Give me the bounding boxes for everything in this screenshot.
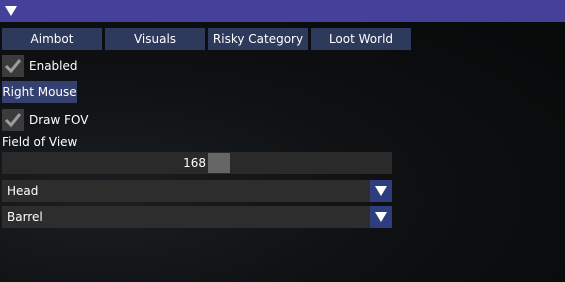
draw-fov-checkbox[interactable] xyxy=(2,109,24,131)
draw-fov-checkbox-row[interactable]: Draw FOV xyxy=(2,109,89,131)
tab-loot-world[interactable]: Loot World xyxy=(311,28,411,50)
checkmark-icon xyxy=(4,113,22,128)
weapon-part-value: Barrel xyxy=(7,210,43,224)
chevron-down-icon[interactable] xyxy=(370,206,392,228)
fov-slider-label: Field of View xyxy=(2,135,78,149)
enabled-checkbox[interactable] xyxy=(2,55,24,77)
enabled-checkbox-row[interactable]: Enabled xyxy=(2,55,78,77)
cheat-menu-window: Aimbot Visuals Risky Category Loot World… xyxy=(0,0,565,282)
target-bone-value: Head xyxy=(7,184,39,198)
tab-aimbot[interactable]: Aimbot xyxy=(2,28,102,50)
aim-key-button[interactable]: Right Mouse xyxy=(2,81,77,103)
checkmark-icon xyxy=(4,59,22,74)
target-bone-dropdown[interactable]: Head xyxy=(2,180,392,202)
collapse-arrow-icon[interactable] xyxy=(5,6,17,16)
weapon-part-dropdown[interactable]: Barrel xyxy=(2,206,392,228)
draw-fov-label: Draw FOV xyxy=(29,113,89,127)
fov-slider-handle[interactable] xyxy=(208,153,230,173)
title-bar[interactable] xyxy=(0,0,565,22)
chevron-down-icon[interactable] xyxy=(370,180,392,202)
enabled-label: Enabled xyxy=(29,59,78,73)
tab-bar: Aimbot Visuals Risky Category Loot World xyxy=(2,28,411,50)
tab-visuals[interactable]: Visuals xyxy=(105,28,205,50)
fov-slider[interactable]: 168 xyxy=(2,152,392,174)
tab-risky-category[interactable]: Risky Category xyxy=(208,28,308,50)
fov-slider-value: 168 xyxy=(183,156,206,170)
